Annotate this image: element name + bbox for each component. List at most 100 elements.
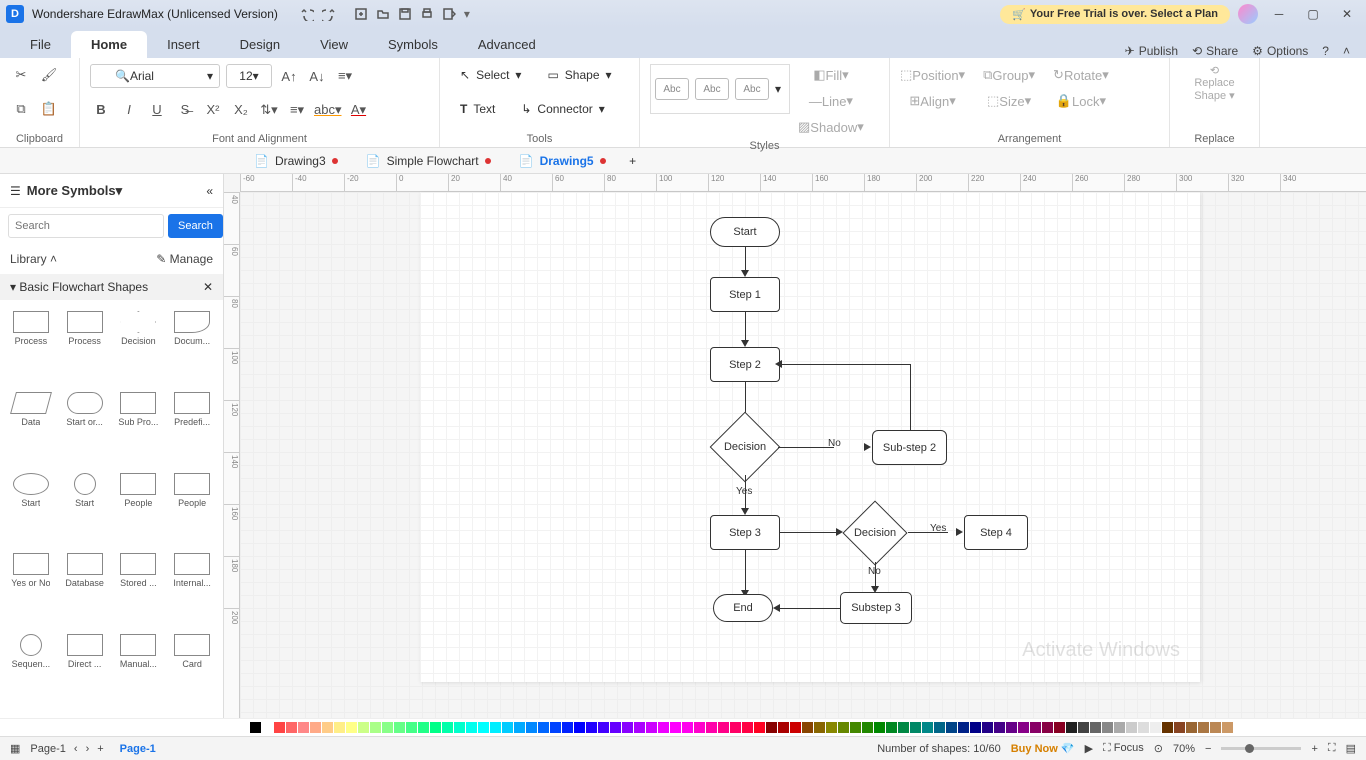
- shape-palette-item[interactable]: Yes or No: [4, 550, 58, 629]
- copy-icon[interactable]: ⧉: [10, 98, 32, 120]
- shape-substep3[interactable]: Substep 3: [840, 592, 912, 624]
- page[interactable]: Start Step 1 Step 2 Decision No Sub-step…: [420, 192, 1200, 682]
- format-painter-icon[interactable]: 🖌: [38, 64, 60, 86]
- color-swatch[interactable]: [346, 722, 357, 733]
- shape-palette-item[interactable]: Docum...: [165, 308, 219, 387]
- color-swatch[interactable]: [610, 722, 621, 733]
- color-swatch[interactable]: [670, 722, 681, 733]
- replace-shape-button[interactable]: ⟲Replace Shape ▾: [1194, 64, 1234, 102]
- color-swatch[interactable]: [802, 722, 813, 733]
- color-swatch[interactable]: [790, 722, 801, 733]
- color-swatch[interactable]: [694, 722, 705, 733]
- superscript-icon[interactable]: X²: [202, 99, 224, 121]
- shape-palette-item[interactable]: Card: [165, 631, 219, 710]
- style-swatch[interactable]: Abc: [655, 78, 689, 100]
- color-swatch[interactable]: [490, 722, 501, 733]
- color-swatch[interactable]: [838, 722, 849, 733]
- color-swatch[interactable]: [1066, 722, 1077, 733]
- color-swatch[interactable]: [454, 722, 465, 733]
- color-swatch[interactable]: [1054, 722, 1065, 733]
- color-swatch[interactable]: [862, 722, 873, 733]
- shape-tool[interactable]: ▭ Shape ▾: [537, 64, 621, 86]
- color-swatch[interactable]: [766, 722, 777, 733]
- color-swatch[interactable]: [382, 722, 393, 733]
- color-swatch[interactable]: [982, 722, 993, 733]
- color-swatch[interactable]: [406, 722, 417, 733]
- shrink-font-icon[interactable]: A↓: [306, 65, 328, 87]
- color-swatch[interactable]: [250, 722, 261, 733]
- shape-step2[interactable]: Step 2: [710, 347, 780, 382]
- color-swatch[interactable]: [646, 722, 657, 733]
- group-button[interactable]: ⧉ Group▾: [983, 64, 1035, 86]
- menu-insert[interactable]: Insert: [147, 31, 220, 58]
- page-tab-active[interactable]: Page-1: [114, 743, 162, 755]
- color-swatch[interactable]: [1078, 722, 1089, 733]
- style-swatch[interactable]: Abc: [735, 78, 769, 100]
- share-button[interactable]: ⟲ Share: [1192, 44, 1238, 58]
- save-icon[interactable]: [398, 7, 412, 21]
- underline-icon[interactable]: U: [146, 99, 168, 121]
- canvas[interactable]: Start Step 1 Step 2 Decision No Sub-step…: [240, 192, 1366, 718]
- select-tool[interactable]: ↖ Select ▾: [450, 64, 531, 86]
- color-swatch[interactable]: [778, 722, 789, 733]
- color-swatch[interactable]: [574, 722, 585, 733]
- color-swatch[interactable]: [754, 722, 765, 733]
- shape-palette-item[interactable]: Sub Pro...: [112, 389, 166, 468]
- close-button[interactable]: ✕: [1334, 3, 1360, 25]
- shape-palette-item[interactable]: Predefi...: [165, 389, 219, 468]
- color-swatch[interactable]: [358, 722, 369, 733]
- help-icon[interactable]: ?: [1322, 44, 1329, 58]
- color-swatch[interactable]: [1018, 722, 1029, 733]
- zoom-slider[interactable]: [1221, 747, 1301, 750]
- color-swatch[interactable]: [514, 722, 525, 733]
- page-layout-icon[interactable]: ▦: [10, 742, 20, 755]
- connector[interactable]: [745, 550, 746, 592]
- styles-gallery[interactable]: Abc Abc Abc ▾: [650, 64, 790, 114]
- text-tool[interactable]: T Text: [450, 98, 505, 120]
- lock-button[interactable]: 🔒 Lock▾: [1053, 90, 1109, 112]
- color-swatch[interactable]: [1222, 722, 1233, 733]
- manage-button[interactable]: ✎ Manage: [156, 252, 213, 266]
- color-swatch[interactable]: [718, 722, 729, 733]
- collapse-sidebar-icon[interactable]: «: [206, 184, 213, 198]
- grow-font-icon[interactable]: A↑: [278, 65, 300, 87]
- color-swatch[interactable]: [286, 722, 297, 733]
- shape-palette-item[interactable]: Direct ...: [58, 631, 112, 710]
- connector[interactable]: [745, 312, 746, 342]
- shape-palette-item[interactable]: Start: [4, 470, 58, 549]
- color-swatch[interactable]: [322, 722, 333, 733]
- color-swatch[interactable]: [874, 722, 885, 733]
- color-swatch[interactable]: [442, 722, 453, 733]
- bold-icon[interactable]: B: [90, 99, 112, 121]
- rotate-button[interactable]: ↻ Rotate▾: [1053, 64, 1109, 86]
- shape-step3[interactable]: Step 3: [710, 515, 780, 550]
- color-swatch[interactable]: [298, 722, 309, 733]
- minimize-button[interactable]: ─: [1266, 3, 1292, 25]
- page-name[interactable]: Page-1: [30, 743, 65, 755]
- panels-icon[interactable]: ▤: [1346, 742, 1356, 755]
- line-button[interactable]: — Line▾: [798, 90, 864, 112]
- color-swatch[interactable]: [958, 722, 969, 733]
- color-swatch[interactable]: [706, 722, 717, 733]
- color-swatch[interactable]: [826, 722, 837, 733]
- color-swatch[interactable]: [526, 722, 537, 733]
- shadow-button[interactable]: ▨ Shadow▾: [798, 116, 864, 138]
- color-swatch[interactable]: [1186, 722, 1197, 733]
- menu-symbols[interactable]: Symbols: [368, 31, 458, 58]
- highlight-icon[interactable]: abc▾: [314, 99, 342, 121]
- spacing-icon[interactable]: ⇅▾: [258, 99, 280, 121]
- open-icon[interactable]: [376, 7, 390, 21]
- shape-decision1[interactable]: Decision: [710, 412, 781, 483]
- zoom-out-icon[interactable]: −: [1205, 743, 1211, 755]
- color-swatch[interactable]: [622, 722, 633, 733]
- library-button[interactable]: Library ˄: [10, 252, 57, 266]
- color-swatch[interactable]: [886, 722, 897, 733]
- style-swatch[interactable]: Abc: [695, 78, 729, 100]
- color-swatch[interactable]: [418, 722, 429, 733]
- color-swatch[interactable]: [1114, 722, 1125, 733]
- color-swatch[interactable]: [310, 722, 321, 733]
- add-tab-button[interactable]: +: [620, 154, 646, 168]
- color-swatch[interactable]: [538, 722, 549, 733]
- align-text-icon[interactable]: ≡▾: [334, 65, 356, 87]
- color-swatch[interactable]: [658, 722, 669, 733]
